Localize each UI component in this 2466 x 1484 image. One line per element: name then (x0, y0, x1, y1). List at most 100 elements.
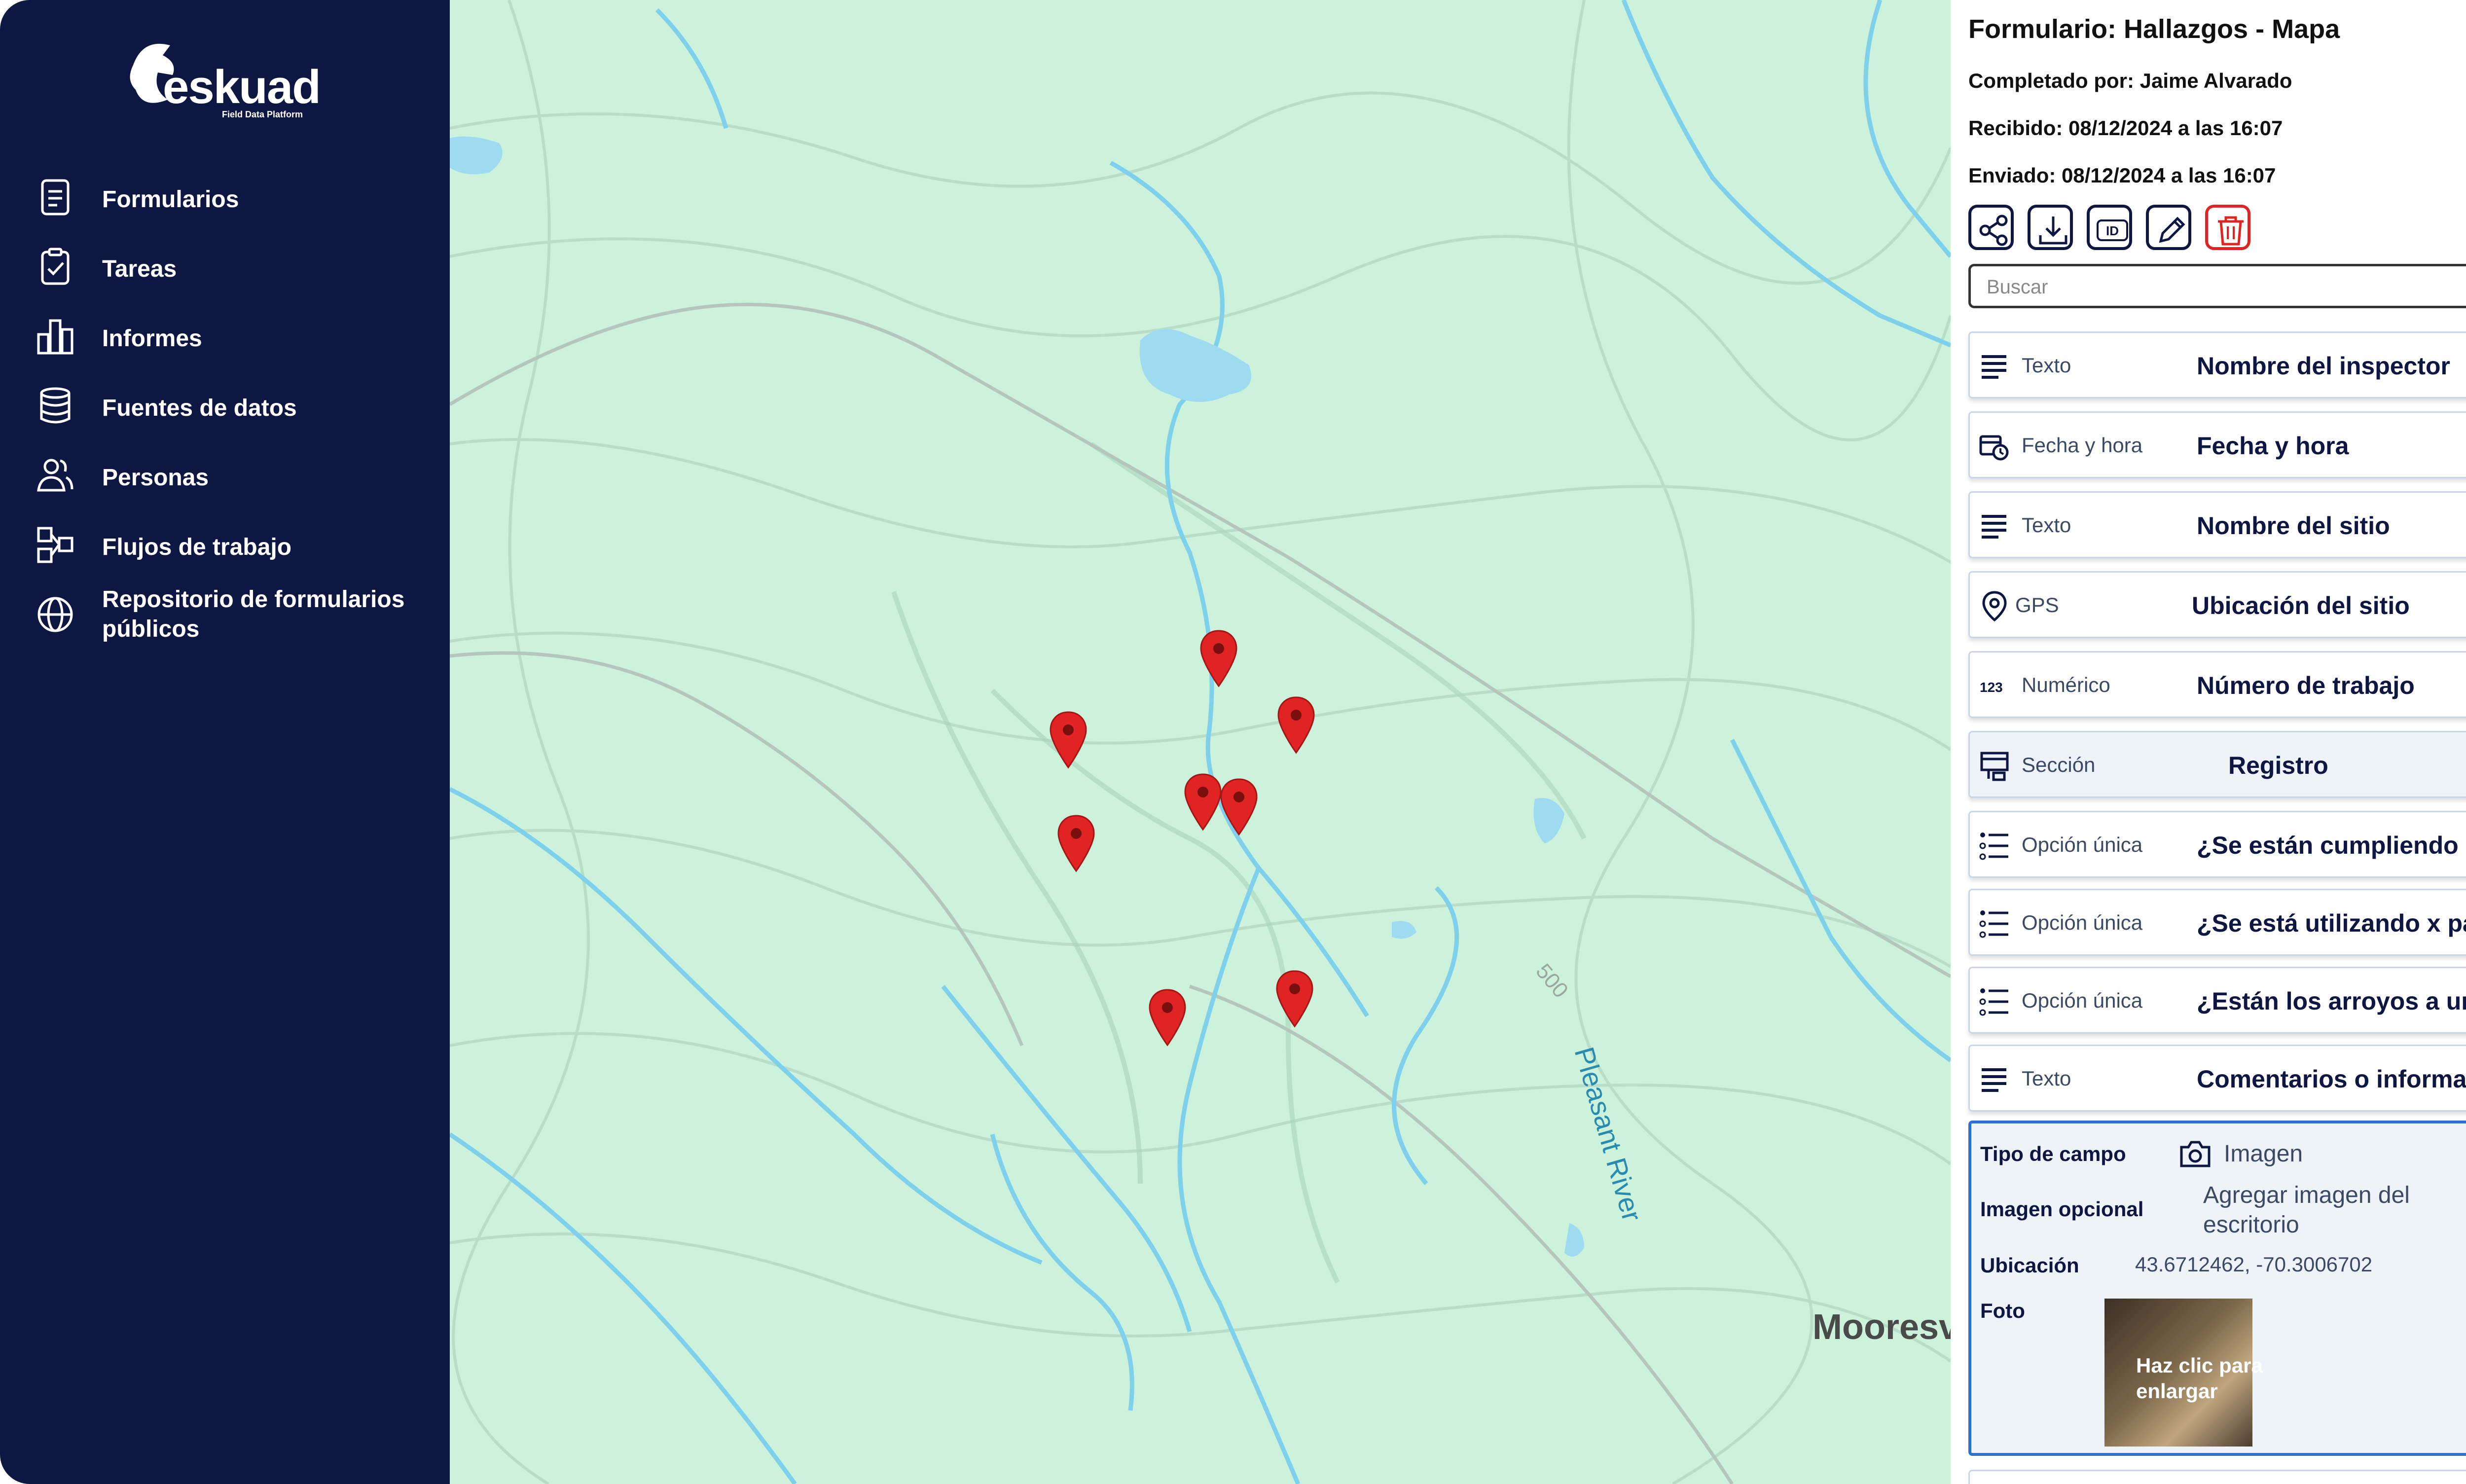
single-choice-icon (1979, 988, 2008, 1016)
sidebar-item-repositorio[interactable]: Repositorio de formularios públicos (0, 580, 450, 650)
sent-date: Enviado: 08/12/2024 a las 16:07 (1968, 164, 2276, 187)
sidebar-item-label: Flujos de trabajo (102, 534, 292, 560)
field-type: Texto (2022, 354, 2071, 377)
map-pin-icon[interactable] (1275, 969, 1314, 1028)
form-icon (41, 179, 70, 216)
workflow-icon (37, 527, 73, 563)
id-button[interactable]: ID (2087, 205, 2132, 250)
field-name: Ubicación del sitio (2192, 592, 2410, 619)
sidebar-item-informes[interactable]: Informes (0, 302, 450, 371)
section-row[interactable]: Sección Registro (1968, 731, 2466, 798)
field-name: Número de trabajo (2197, 672, 2415, 699)
brand-tagline: Field Data Platform (222, 109, 303, 119)
id-icon: ID (2097, 219, 2128, 241)
bar-chart-icon (37, 319, 73, 355)
field-row[interactable]: Texto Nombre del sitio (1968, 491, 2466, 558)
field-type: Texto (2022, 513, 2071, 537)
clipboard-check-icon (41, 248, 70, 285)
sidebar-item-personas[interactable]: Personas (0, 441, 450, 510)
id-label: ID (2106, 223, 2119, 238)
sidebar-item-formularios[interactable]: Formularios (0, 163, 450, 232)
photo-label: Foto (1980, 1299, 2025, 1322)
share-icon (1979, 215, 2008, 246)
numeric-icon: 123 (1980, 680, 2003, 695)
sidebar-nav: Formularios Tareas Informes Fuentes de d… (0, 163, 450, 650)
sidebar-item-label: Formularios (102, 186, 239, 213)
map-pin-icon[interactable] (1219, 777, 1259, 836)
form-title: Formulario: Hallazgos - Mapa (1968, 14, 2340, 44)
sidebar-item-label: Informes (102, 326, 202, 352)
river-label: Pleasant River (1568, 1044, 1648, 1225)
sidebar: eskuad Field Data Platform Formularios T… (0, 0, 450, 1484)
field-row[interactable]: Fecha y hora Fecha y hora (1968, 411, 2466, 478)
globe-icon (37, 597, 73, 632)
field-type-label: Tipo de campo (1980, 1142, 2126, 1165)
sidebar-item-tareas[interactable]: Tareas (0, 232, 450, 302)
delete-button[interactable] (2205, 205, 2250, 250)
field-row[interactable]: Opción única ¿Se está utilizando x para.… (1968, 889, 2466, 956)
map-pin-icon[interactable] (1148, 988, 1187, 1047)
map-pin-icon[interactable] (1049, 710, 1088, 769)
sidebar-item-flujos-de-trabajo[interactable]: Flujos de trabajo (0, 510, 450, 580)
field-row[interactable]: Opción única ¿Se están cumpliendo las... (1968, 811, 2466, 878)
map-pin-icon[interactable] (1199, 629, 1238, 688)
received-date: Recibido: 08/12/2024 a las 16:07 (1968, 116, 2283, 140)
app-window: eskuad Field Data Platform Formularios T… (0, 0, 2466, 1484)
download-icon (2039, 217, 2067, 245)
brand-logo[interactable]: eskuad Field Data Platform (123, 36, 330, 124)
completed-by: Completado por: Jaime Alvarado (1968, 69, 2292, 92)
brand-name: eskuad (163, 61, 321, 113)
field-row[interactable]: 123 Numérico Número de trabajo (1968, 651, 2466, 718)
field-name: ¿Están los arroyos a una... (2197, 987, 2466, 1015)
field-name: Nombre del sitio (2197, 512, 2390, 540)
location-value: 43.6712462, -70.3006702 (2135, 1253, 2373, 1276)
users-icon (37, 459, 73, 492)
map-pin-icon[interactable] (1276, 695, 1316, 755)
map-pin-icon[interactable] (1183, 772, 1223, 832)
search-input[interactable] (1986, 274, 2466, 300)
field-row[interactable] (1968, 1470, 2466, 1484)
section-name: Registro (2228, 752, 2328, 779)
image-field-detail[interactable]: Tipo de campo Imagen Imagen opcional Agr… (1968, 1121, 2466, 1456)
field-type-value: Imagen (2224, 1141, 2303, 1167)
camera-icon (2180, 1141, 2211, 1167)
field-type: Sección (2022, 753, 2096, 776)
sidebar-item-label: Fuentes de datos (102, 395, 297, 421)
field-type: Texto (2022, 1067, 2071, 1090)
edit-button[interactable] (2146, 205, 2191, 250)
field-name: Nombre del inspector (2197, 352, 2450, 380)
photo-caption: Haz clic para enlargar (2136, 1354, 2263, 1403)
location-pin-icon (1982, 591, 2007, 622)
calendar-clock-icon (1979, 435, 2009, 461)
field-name: Comentarios o informaci... (2197, 1065, 2466, 1093)
sidebar-item-label: Personas (102, 465, 209, 491)
download-button[interactable] (2028, 205, 2073, 250)
field-name: ¿Se están cumpliendo las... (2197, 832, 2466, 859)
location-label: Ubicación (1980, 1254, 2079, 1277)
sidebar-item-fuentes-de-datos[interactable]: Fuentes de datos (0, 371, 450, 441)
map-pin-icon[interactable] (1056, 814, 1096, 873)
field-row[interactable]: Texto Comentarios o informaci... (1968, 1045, 2466, 1112)
map-view[interactable]: Pleasant River 500 Mooresv (450, 0, 1951, 1484)
single-choice-icon (1979, 910, 2008, 938)
add-image-link[interactable]: Agregar imagen del escritorio (2203, 1181, 2466, 1240)
field-name: ¿Se está utilizando x para... (2197, 909, 2466, 937)
text-lines-icon (1982, 1068, 2006, 1092)
pencil-icon (2159, 217, 2185, 243)
share-button[interactable] (1968, 205, 2014, 250)
field-row[interactable]: GPS Ubicación del sitio (1968, 571, 2466, 638)
numeric-icon-text: 123 (1980, 680, 2003, 695)
field-type: Opción única (2022, 911, 2143, 934)
text-lines-icon (1982, 515, 2006, 539)
single-choice-icon (1979, 832, 2008, 860)
contour-label: 500 (1531, 959, 1573, 1003)
field-type: Opción única (2022, 989, 2143, 1012)
trash-icon (2218, 216, 2244, 246)
field-row[interactable]: Texto Nombre del inspector (1968, 331, 2466, 398)
photo-thumbnail[interactable]: Haz clic para enlargar (2104, 1299, 2263, 1447)
database-icon (40, 387, 71, 424)
sidebar-item-label: Repositorio de formularios públicos (102, 586, 405, 642)
form-detail-panel: Formulario: Hallazgos - Mapa Completado … (1951, 0, 2466, 1484)
field-row[interactable]: Opción única ¿Están los arroyos a una... (1968, 967, 2466, 1034)
map-terrain: Pleasant River 500 (450, 0, 1951, 1484)
